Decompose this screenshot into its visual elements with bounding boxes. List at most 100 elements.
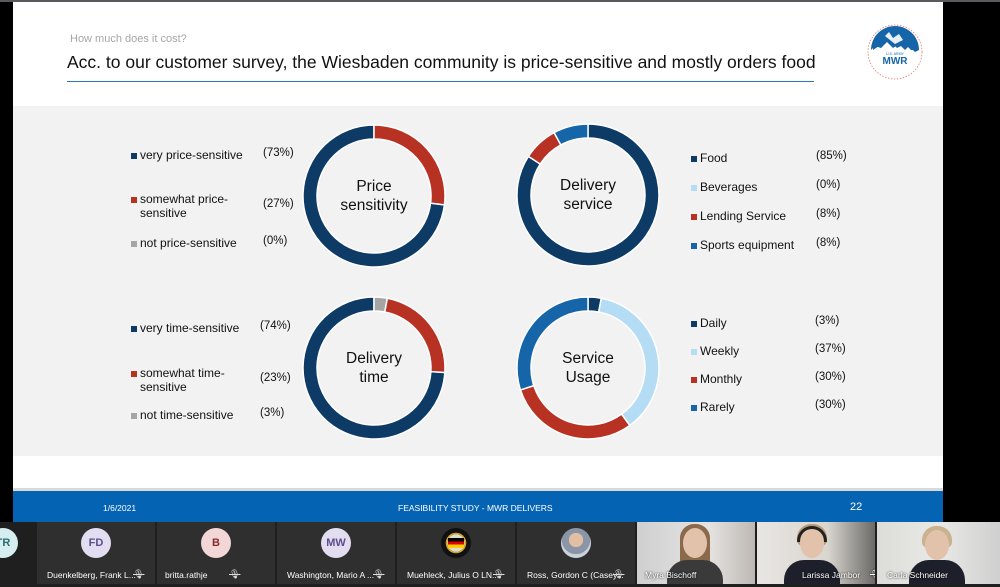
legend-swatch: [691, 405, 697, 411]
legend-value-lending-service: (8%): [816, 208, 841, 220]
participant-tile-ross-gordon-c-casey[interactable]: Ross, Gordon C (Casey... 🎙: [517, 522, 635, 584]
mic-muted-icon: 🎙: [493, 569, 505, 579]
donut-svg-delivery-time: [302, 296, 446, 440]
legend-label: somewhat time-sensitive: [140, 366, 225, 394]
mic-muted-icon: 🎙: [373, 569, 385, 579]
legend-label: Lending Service: [700, 209, 787, 223]
participant-face: [683, 528, 707, 558]
legend-label: very price-sensitive: [140, 148, 243, 162]
donut-chart-delivery-service: Delivery service: [515, 122, 661, 268]
participant-name: britta.rathje: [165, 570, 208, 580]
legend-swatch: [691, 214, 697, 220]
video-tile-larissa-jambor[interactable]: Larissa Jambor🎙▣: [757, 522, 875, 584]
participant-name: Muehleck, Julius O LN...: [407, 570, 500, 580]
legend-swatch: [131, 371, 137, 377]
participant-strip: TRFDDuenkelberg, Frank L...🎙Bbritta.rath…: [0, 522, 1000, 587]
legend-value-food: (85%): [816, 150, 847, 162]
legend-value-weekly: (37%): [815, 343, 846, 355]
legend-value-sports-equipment: (8%): [816, 237, 841, 249]
legend-swatch: [691, 377, 697, 383]
legend-label: not time-sensitive: [140, 408, 234, 422]
mic-muted-icon: 🎙: [870, 569, 875, 580]
legend-swatch: [131, 326, 137, 332]
legend-value-not-price-sensitive: (0%): [263, 235, 288, 247]
legend-label: Monthly: [700, 372, 743, 386]
mic-muted-icon: 🎙: [613, 569, 625, 579]
donut-slice-somewhat-price-sensitive: [373, 124, 446, 206]
participant-name: Duenkelberg, Frank L...: [47, 570, 136, 580]
legend-value-beverages: (0%): [816, 179, 841, 191]
legend-label: not price-sensitive: [140, 236, 237, 250]
participant-name: Myra Bischoff: [645, 570, 697, 580]
screen: How much does it cost? Acc. to our custo…: [0, 0, 1000, 587]
participant-tile-tr[interactable]: TR: [0, 522, 36, 584]
legend-label: Daily: [700, 316, 727, 330]
participant-tile-britta-rathje[interactable]: Bbritta.rathje 🎙: [157, 522, 275, 584]
legend-swatch: [691, 349, 697, 355]
donut-slice-not-time-sensitive: [373, 296, 389, 313]
participant-face: [925, 530, 949, 560]
legend-swatch: [131, 241, 137, 247]
participant-tile-muehleck-julius-o-ln[interactable]: Muehleck, Julius O LN... 🎙: [397, 522, 515, 584]
participant-name: Ross, Gordon C (Casey...: [527, 570, 624, 580]
charts-panel: Price sensitivity Delivery service Deliver…: [13, 106, 943, 456]
legend-value-rarely: (30%): [815, 399, 846, 411]
legend-value-not-time-sensitive: (3%): [260, 407, 285, 419]
avatar-initials: TR: [0, 528, 18, 558]
legend-value-very-price-sensitive: (73%): [263, 147, 294, 159]
avatar-initials: MW: [321, 528, 351, 558]
avatar-photo: [561, 528, 591, 558]
video-tile-carla-schneider[interactable]: Carla Schneider: [877, 522, 1000, 584]
legend-label: very time-sensitive: [140, 321, 240, 335]
logo-main-text: MWR: [883, 56, 909, 67]
participant-tile-washington-mario-a[interactable]: MW Washington, Mario A ... 🎙: [277, 522, 395, 584]
legend-swatch: [131, 197, 137, 203]
slide-subtitle: How much does it cost?: [70, 33, 187, 45]
us-army-mwr-globe-logo-icon: U.S. ARMY MWR: [865, 22, 925, 82]
legend-label: Food: [700, 151, 728, 165]
legend-swatch: [131, 413, 137, 419]
participant-name: Larissa Jambor: [802, 570, 861, 580]
donut-chart-delivery-time: Delivery time: [301, 295, 447, 441]
legend-swatch: [131, 153, 137, 159]
slide-footer: 1/6/2021 FEASIBILITY STUDY - MWR DELIVER…: [13, 488, 943, 522]
legend-value-very-time-sensitive: (74%): [260, 320, 291, 332]
legend-value-daily: (3%): [815, 315, 840, 327]
footer-title: FEASIBILITY STUDY - MWR DELIVERS: [398, 503, 553, 513]
donut-svg-service-usage: [516, 296, 660, 440]
legend-value-somewhat-price-sensitive: (27%): [263, 198, 294, 210]
donut-chart-service-usage: Service Usage: [515, 295, 661, 441]
legend-label: somewhat price-sensitive: [140, 192, 229, 220]
legend-swatch: [691, 243, 697, 249]
legend-swatch: [691, 156, 697, 162]
legend-swatch: [691, 185, 697, 191]
legend-label: Sports equipment: [700, 238, 795, 252]
donut-slice-weekly: [597, 297, 660, 427]
slide-page-number: 22: [850, 501, 863, 513]
legend-value-monthly: (30%): [815, 371, 846, 383]
mic-muted-icon: 🎙: [133, 569, 145, 579]
slide-title: Acc. to our customer survey, the Wiesbad…: [67, 52, 816, 72]
legend-swatch: [691, 321, 697, 327]
donut-slice-rarely: [516, 296, 589, 391]
presentation-slide: How much does it cost? Acc. to our custo…: [13, 2, 943, 522]
participant-tile-duenkelberg-frank-l[interactable]: FD Duenkelberg, Frank L... 🎙: [37, 522, 155, 584]
donut-slice-monthly: [519, 384, 631, 440]
avatar-initials: FD: [81, 528, 111, 558]
video-tile-myra-bischoff[interactable]: Myra Bischoff: [637, 522, 755, 584]
title-underline: [67, 81, 814, 82]
legend-label: Weekly: [700, 344, 740, 358]
mic-muted-icon: 🎙: [229, 569, 241, 579]
donut-chart-price-sensitivity: Price sensitivity: [301, 123, 447, 269]
avatar-initials: B: [201, 528, 231, 558]
donut-slice-sports-equipment: [553, 123, 589, 146]
donut-svg-delivery-service: [516, 123, 660, 267]
us-germany-flag-seal-icon: [441, 528, 471, 558]
donut-svg-price-sensitivity: [302, 124, 446, 268]
donut-slice-somewhat-time-sensitive: [383, 297, 446, 374]
legend-label: Rarely: [700, 400, 735, 414]
footer-date: 1/6/2021: [103, 503, 137, 513]
legend-label: Beverages: [700, 180, 758, 194]
legend-value-somewhat-time-sensitive: (23%): [260, 372, 291, 384]
participant-name: Carla Schneider: [887, 570, 948, 580]
